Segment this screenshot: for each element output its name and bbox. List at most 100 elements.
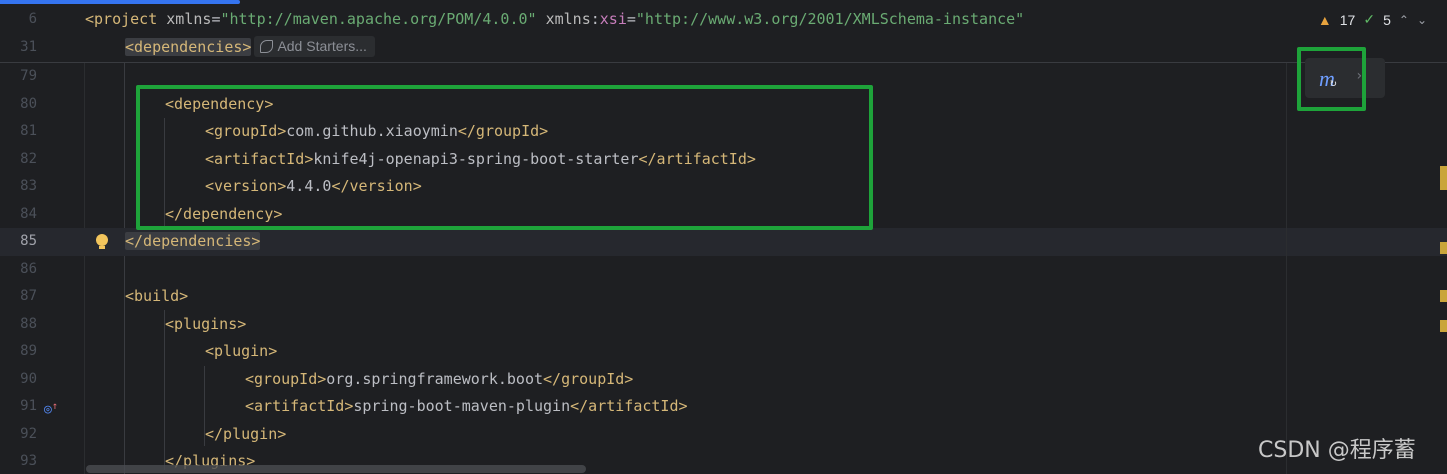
code-editor[interactable]: 6 <project xmlns = "http://maven.apache.or…	[0, 0, 1447, 474]
code-line[interactable]: 83 <version>4.4.0</version>	[0, 173, 1447, 201]
sticky-line-dependencies[interactable]: 31 <dependencies> Add Starters...	[0, 34, 1447, 62]
attr-text: xmlns	[536, 10, 591, 28]
code-text: <artifactId>spring-boot-maven-plugin</ar…	[245, 393, 688, 421]
code-line[interactable]: 82 <artifactId>knife4j-openapi3-spring-b…	[0, 146, 1447, 174]
line-number: 92	[20, 425, 37, 442]
code-text: <dependencies> Add Starters...	[125, 34, 375, 62]
line-number: 84	[20, 205, 37, 222]
tag-text: <project	[85, 10, 167, 28]
tag-text: <groupId>	[245, 369, 327, 388]
code-text: <build>	[125, 283, 188, 311]
sticky-line-project[interactable]: 6 <project xmlns = "http://maven.apache.or…	[0, 6, 1447, 34]
code-text: </dependencies>	[125, 228, 261, 256]
line-number: 82	[20, 150, 37, 167]
progress-bar	[0, 0, 240, 4]
tag-text: <build>	[125, 287, 189, 305]
chevron-down-icon[interactable]: ⌄	[1417, 13, 1427, 27]
scroll-marker[interactable]	[1440, 320, 1447, 332]
tag-text: </groupId>	[457, 122, 549, 140]
code-text: <dependency>	[165, 91, 273, 119]
maven-reload-popup[interactable]: m ↻ ›	[1305, 58, 1385, 98]
tag-text: </groupId>	[543, 369, 634, 388]
horizontal-scrollbar[interactable]	[86, 465, 586, 473]
tag-text: </dependency>	[165, 204, 283, 223]
tag-text: <plugin>	[205, 342, 278, 360]
scroll-marker[interactable]	[1440, 290, 1447, 302]
line-number: 88	[20, 315, 37, 332]
tag-text: <groupId>	[205, 122, 287, 140]
code-line[interactable]: 92 </plugin>	[0, 421, 1447, 449]
code-line-current[interactable]: 85 </dependencies>	[0, 228, 1447, 256]
right-margin-divider	[1286, 62, 1287, 474]
code-text: <version>4.4.0</version>	[205, 173, 422, 201]
sticky-header: 6 <project xmlns = "http://maven.apache.or…	[0, 6, 1447, 63]
line-number: 83	[20, 178, 37, 194]
code-line[interactable]: 88 <plugins>	[0, 311, 1447, 339]
chevron-right-icon[interactable]: ›	[1355, 68, 1363, 84]
code-line[interactable]: 81 <groupId>com.github.xiaoymin</groupId…	[0, 118, 1447, 146]
string-text: "http://maven.apache.org/POM/4.0.0"	[220, 10, 537, 28]
value-text: knife4j-openapi3-spring-boot-starter	[313, 149, 639, 168]
tag-text: </plugin>	[205, 424, 287, 443]
check-icon: ✓	[1363, 11, 1376, 27]
code-line[interactable]: 79	[0, 63, 1447, 91]
scroll-marker[interactable]	[1440, 166, 1447, 190]
inspection-widget[interactable]: ▲ 17 ✓ 5 ⌃ ⌄	[1318, 11, 1427, 28]
value-text: org.springframework.boot	[326, 369, 544, 388]
value-text: com.github.xiaoymin	[286, 122, 458, 140]
tag-text: <dependencies>	[125, 38, 252, 56]
line-number: 90	[20, 370, 37, 387]
hint-label: Add Starters...	[277, 38, 367, 54]
line-number: 93	[20, 453, 37, 469]
line-number: 91	[20, 398, 37, 414]
code-text: <groupId>org.springframework.boot</group…	[245, 366, 633, 394]
colon-text: :	[590, 10, 600, 28]
ok-count: 5	[1383, 11, 1391, 28]
code-line[interactable]: 86	[0, 256, 1447, 284]
tag-text: <artifactId>	[245, 397, 354, 415]
line-number: 85	[20, 233, 37, 249]
code-text: <plugin>	[205, 338, 277, 366]
warning-icon: ▲	[1317, 11, 1332, 28]
line-number: 86	[20, 260, 37, 277]
line-number: 87	[20, 288, 37, 304]
line-number: 31	[20, 39, 37, 55]
line-number: 81	[20, 123, 37, 139]
code-text: <project xmlns = "http://maven.apache.org/…	[85, 6, 1024, 34]
line-number: 79	[20, 68, 37, 84]
code-line[interactable]: 80 <dependency>	[0, 91, 1447, 119]
value-text: 4.4.0	[286, 177, 332, 195]
warning-count: 17	[1339, 11, 1356, 28]
code-text: <plugins>	[165, 311, 246, 339]
tag-text: <version>	[205, 177, 287, 195]
tag-text: <artifactId>	[205, 149, 314, 168]
watermark: CSDN @程序蓄	[1258, 438, 1416, 463]
ns-text: xsi	[599, 10, 627, 28]
line-number: 6	[28, 11, 37, 27]
tag-text: </dependencies>	[125, 232, 261, 250]
value-text: spring-boot-maven-plugin	[353, 397, 571, 415]
chevron-up-icon[interactable]: ⌃	[1399, 13, 1409, 27]
attr-text: xmlns	[166, 10, 212, 28]
code-text: <groupId>com.github.xiaoymin</groupId>	[205, 118, 548, 146]
tag-text: </artifactId>	[638, 149, 756, 168]
run-icon[interactable]: ◎↑	[44, 393, 58, 424]
scroll-marker[interactable]	[1440, 242, 1447, 254]
code-line[interactable]: 87 <build>	[0, 283, 1447, 311]
add-starters-hint[interactable]: Add Starters...	[254, 36, 375, 57]
code-line[interactable]: 90 <groupId>org.springframework.boot</gr…	[0, 366, 1447, 394]
tag-text: <plugins>	[165, 314, 247, 333]
tag-text: </version>	[331, 177, 422, 195]
tag-text: </artifactId>	[570, 397, 688, 415]
lightbulb-icon[interactable]	[96, 234, 108, 249]
line-number: 89	[20, 343, 37, 359]
eq-text: =	[626, 10, 636, 28]
spring-leaf-icon	[260, 40, 274, 53]
code-line[interactable]: 84 </dependency>	[0, 201, 1447, 229]
refresh-icon: ↻	[1330, 76, 1337, 89]
code-line[interactable]: 91 ◎↑ <artifactId>spring-boot-maven-plug…	[0, 393, 1447, 421]
code-text: </dependency>	[165, 201, 282, 229]
tag-text: <dependency>	[165, 94, 274, 113]
code-line[interactable]: 89 <plugin>	[0, 338, 1447, 366]
line-number: 80	[20, 95, 37, 112]
